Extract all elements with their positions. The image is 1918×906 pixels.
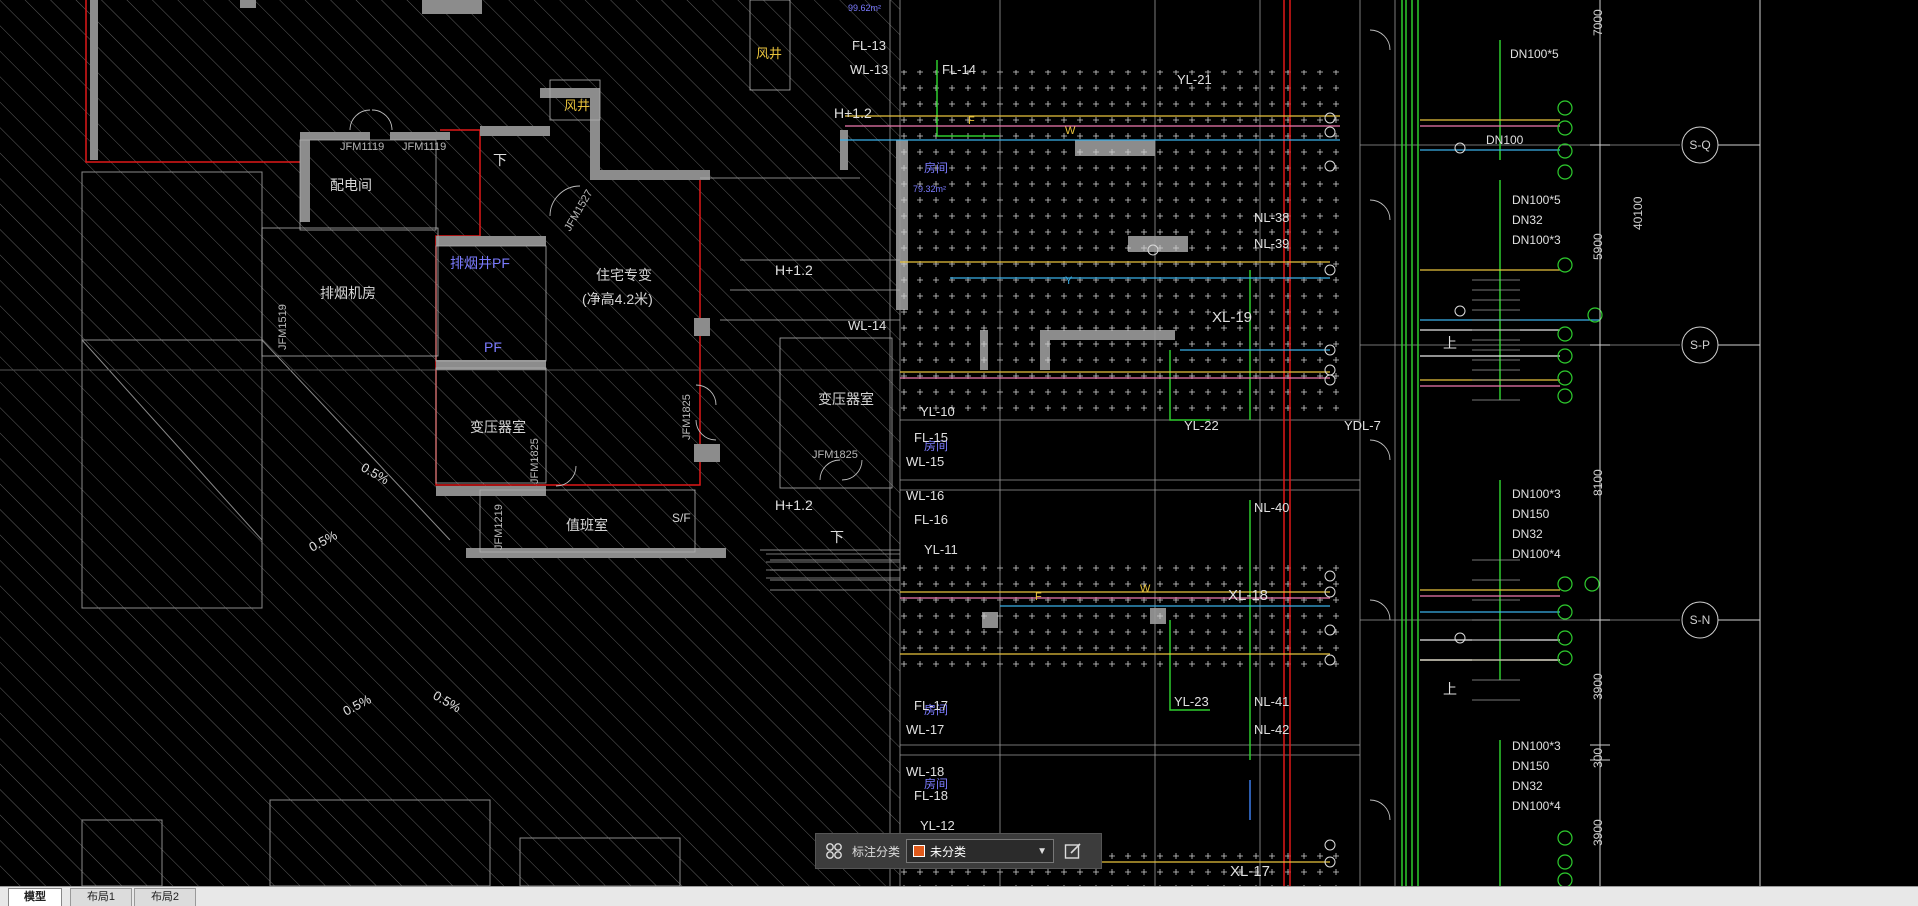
grid-bubble-label: S-Q [1689,138,1710,152]
pipe-tag: NL-40 [1254,500,1289,515]
dimension-text: 7000 [1591,9,1605,36]
pipe-dim: DN100*3 [1512,487,1561,501]
pipe-dim: DN150 [1512,759,1550,773]
pipe-tag: WL-14 [848,318,886,333]
pipe-tag: YL-12 [920,818,955,833]
pipe-tag: YL-10 [920,404,955,419]
dimension-text: 3900 [1591,819,1605,846]
pipe-tag: XL-18 [1228,587,1268,604]
room-label: S/F [672,511,691,525]
dimension-text: 8100 [1591,469,1605,496]
door-tag: JFM1219 [493,504,505,550]
room-label: 风井 [564,98,590,113]
drawing-canvas[interactable]: 配电间 排烟机房 住宅专变 (净高4.2米) 变压器室 变压器室 值班室 S/F… [0,0,1918,886]
pipe-tag: NL-41 [1254,694,1289,709]
pipe-tag: XL-19 [1212,309,1252,326]
pipe-dim: DN32 [1512,213,1543,227]
room-label: 房间 [924,160,948,175]
dimension-text: 5900 [1591,233,1605,260]
room-label: 排烟机房 [320,285,376,301]
pipe-dim: DN100*5 [1510,47,1559,61]
pipe-tag: FL-16 [914,512,948,527]
pipe-dim: DN100*3 [1512,739,1561,753]
pipe-dim: DN32 [1512,779,1543,793]
pipe-tag: WL-16 [906,488,944,503]
annotation-toolbar: 标注分类 未分类 ▼ [815,833,1102,869]
annotation-category-label: 标注分类 [852,844,901,859]
pipe-tag: FL-18 [914,788,948,803]
pipe-tag: FL-17 [914,698,948,713]
pipe-tag: XL-17 [1230,863,1270,880]
door-tag: JFM1825 [681,394,693,440]
grid-bubble-label: S-P [1690,338,1710,352]
pipe-tag: WL-13 [850,62,888,77]
pipe-marker: W [1065,125,1076,137]
level-mark: H+1.2 [775,497,813,513]
dimension-text: 40100 [1631,196,1645,230]
tab-model[interactable]: 模型 [8,888,62,906]
dimension-text: 3900 [1591,673,1605,700]
pipe-marker: F [968,115,975,127]
pipe-tag: YDL-7 [1344,418,1381,433]
chevron-down-icon: ▼ [1037,845,1048,857]
room-label: 排烟井PF [450,255,510,271]
stair-mark: 下 [493,152,507,168]
room-label: 住宅专变 [596,267,652,283]
pipe-marker: W [1140,583,1151,595]
pipe-dim: DN100*4 [1512,547,1561,561]
pipe-tag: YL-22 [1184,418,1219,433]
room-label: PF [484,339,502,355]
dotted-area [900,70,1340,886]
room-label: 值班室 [566,517,608,533]
pipe-tag: NL-38 [1254,210,1289,225]
pipe-marker: Y [1065,275,1073,287]
category-grid-icon[interactable] [822,839,846,863]
stair-mark: 上 [1443,335,1457,351]
room-label: (净高4.2米) [582,291,653,307]
pipe-tag: NL-42 [1254,722,1289,737]
level-mark: H+1.2 [775,262,813,278]
area-label: 99.62m² [848,3,881,13]
tab-layout1[interactable]: 布局1 [70,888,132,906]
pipe-tag: FL-15 [914,430,948,445]
grid-bubbles [1599,0,1761,886]
room-label: 变压器室 [818,391,874,407]
pipe-tag: WL-15 [906,454,944,469]
level-mark: H+1.2 [834,105,872,121]
stair-mark: 下 [830,529,844,545]
room-label: 变压器室 [470,419,526,435]
pipe-dim: DN150 [1512,507,1550,521]
pipe-tag: FL-14 [942,62,976,77]
pipe-dim: DN100*4 [1512,799,1561,813]
grid-bubble-label: S-N [1690,613,1711,627]
pipe-dim: DN100*5 [1512,193,1561,207]
pipe-tag: WL-17 [906,722,944,737]
pipe-marker: F [1035,591,1042,603]
room-label: 风井 [756,46,782,61]
door-tag: JFM1825 [812,449,858,461]
pipe-tag: YL-11 [924,542,958,557]
door-tag: JFM1119 [402,141,446,153]
edit-icon[interactable] [1060,838,1086,864]
room-label: 配电间 [330,177,372,193]
pipe-tag: NL-39 [1254,236,1289,251]
annotation-category-value: 未分类 [930,844,967,859]
tab-layout2[interactable]: 布局2 [134,888,196,906]
door-tag: JFM1519 [277,304,289,350]
stair-mark: 上 [1443,681,1457,697]
pipe-dim: DN100*3 [1512,233,1561,247]
pipe-tag: FL-13 [852,38,886,53]
pipe-tag: YL-23 [1174,694,1209,709]
annotation-category-select[interactable]: 未分类 ▼ [906,839,1055,863]
pipe-tag: YL-21 [1177,72,1212,87]
category-color-swatch [913,845,926,857]
door-tag: JFM1119 [340,141,384,153]
layout-tab-bar: 模型 布局1 布局2 [0,886,1918,906]
pipe-dim: DN100 [1486,133,1524,147]
pipe-tag: WL-18 [906,764,944,779]
dimension-text: 300 [1591,748,1605,768]
area-label: 79.32m² [913,184,946,194]
pipe-dim: DN32 [1512,527,1543,541]
door-tag: JFM1825 [529,438,541,484]
